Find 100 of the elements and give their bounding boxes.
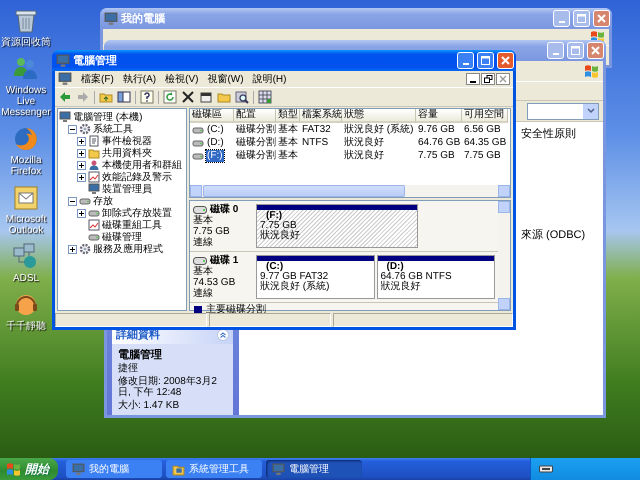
table-cell-text: 磁碟分割	[235, 136, 276, 149]
table-cell-text: 64.76 GB	[417, 136, 462, 149]
taskbar-button[interactable]: 系統管理工具	[166, 460, 262, 478]
tree-item[interactable]: 存放	[93, 194, 113, 208]
table-cell-text: 狀況良好 (系統)	[343, 123, 414, 136]
export-icon[interactable]	[258, 90, 272, 104]
minimize-icon	[552, 53, 558, 55]
menu-item[interactable]: 執行(A)	[122, 72, 156, 86]
table-cell-text: 狀況良好	[343, 136, 385, 149]
window-title: 電腦管理	[73, 54, 117, 68]
chart-icon	[88, 219, 100, 231]
computer-icon	[56, 54, 70, 68]
start-button[interactable]: 開始	[0, 458, 58, 480]
address-field[interactable]	[527, 102, 599, 120]
expand-icon[interactable]	[68, 244, 77, 254]
tree-item[interactable]: 效能記錄及警示	[102, 170, 172, 184]
column-header[interactable]: 配置	[234, 109, 276, 123]
vertical-scrollbar[interactable]	[498, 201, 510, 310]
file-size: 大小: 1.47 KB	[117, 400, 180, 411]
search-icon[interactable]	[235, 90, 249, 104]
delete-icon[interactable]	[181, 90, 195, 104]
table-cell-text: FAT32	[301, 123, 332, 136]
restore-button[interactable]	[481, 73, 495, 85]
caret-icon	[586, 108, 594, 114]
minimize-icon	[558, 21, 564, 23]
expand-icon[interactable]	[77, 172, 86, 182]
list-item[interactable]: 來源 (ODBC)	[521, 227, 603, 242]
column-header[interactable]: 狀態	[342, 109, 416, 123]
tree-item[interactable]: 事件檢視器	[102, 134, 152, 148]
chart-icon	[88, 171, 100, 183]
table-cell-text: 磁碟分割	[235, 123, 276, 136]
partition-size: 9.77 GB FAT32	[260, 272, 328, 282]
tree-item[interactable]: 服務及應用程式	[93, 242, 163, 256]
desktop-item[interactable]: 資源回收筒	[0, 6, 52, 48]
tree-item[interactable]: 系統工具	[93, 122, 133, 136]
modified-date: 修改日期: 2008年3月2日, 下午 12:48	[117, 376, 218, 398]
column-header[interactable]: 磁碟區	[190, 109, 234, 123]
expand-icon[interactable]	[77, 208, 86, 218]
expand-icon[interactable]	[77, 160, 86, 170]
table-cell-text: 基本	[277, 123, 299, 136]
disk-size: 74.53 GB	[193, 277, 236, 288]
tree-item[interactable]: 磁碟管理	[102, 230, 142, 244]
table-cell-text: 基本	[277, 149, 299, 162]
restore-icon	[484, 75, 492, 83]
user-icon	[88, 159, 100, 171]
item-type: 捷徑	[117, 363, 139, 374]
device-icon[interactable]	[539, 464, 553, 474]
gear-icon	[79, 123, 91, 135]
table-cell[interactable]: (D:)	[206, 136, 225, 148]
computer-icon	[72, 462, 85, 476]
computer-icon	[59, 111, 71, 123]
computer-icon	[58, 72, 72, 86]
folder-icon	[172, 462, 185, 476]
disk-type: 基本	[193, 266, 214, 277]
minimize-button[interactable]	[466, 73, 480, 85]
list-item[interactable]: 安全性原則	[521, 126, 603, 141]
partition-block[interactable]: (C:) 9.77 GB FAT32 狀況良好 (系統)	[256, 255, 374, 299]
horizontal-scrollbar[interactable]	[190, 185, 510, 197]
folder-icon	[88, 147, 100, 159]
table-cell[interactable]: (C:)	[206, 124, 225, 136]
maximize-icon	[569, 44, 582, 57]
tree-item[interactable]: 共用資料夾	[102, 146, 152, 160]
tree-item[interactable]: 本機使用者和群組	[102, 158, 182, 172]
table-cell[interactable]: (F:)	[206, 150, 224, 162]
expand-icon[interactable]	[77, 136, 86, 146]
partition-size: 7.75 GB	[260, 221, 297, 231]
properties-icon[interactable]	[199, 90, 213, 104]
collapse-icon[interactable]	[68, 124, 77, 134]
help-icon[interactable]	[140, 90, 154, 104]
table-cell-text: 狀況良好	[343, 149, 385, 162]
panel-icon[interactable]	[117, 90, 131, 104]
refresh-icon[interactable]	[163, 90, 177, 104]
partition-block[interactable]: (D:) 64.76 GB NTFS 狀況良好	[376, 255, 495, 299]
back-arrow-icon[interactable]	[58, 90, 72, 104]
partition-block[interactable]: (F:) 7.75 GB 狀況良好	[256, 204, 418, 248]
partition-status: 狀況良好	[260, 231, 301, 241]
partition-status: 狀況良好 (系統)	[260, 282, 330, 292]
maximize-button[interactable]	[477, 52, 494, 69]
partition-status: 狀況良好	[380, 282, 422, 292]
disk-name: 磁碟 1	[210, 255, 238, 266]
expand-icon[interactable]	[77, 148, 86, 158]
computer-icon	[272, 462, 285, 476]
collapse-icon[interactable]	[217, 328, 229, 340]
tree-item[interactable]: 卸除式存放裝置	[102, 206, 172, 220]
column-header[interactable]: 類型	[276, 109, 300, 123]
tree-item[interactable]: 裝置管理員	[102, 182, 152, 196]
taskbar-button[interactable]: 電腦管理	[266, 460, 362, 478]
tree-item[interactable]: 電腦管理 (本機)	[73, 110, 142, 124]
disk-status: 連線	[193, 237, 214, 248]
disk-status: 連線	[193, 288, 214, 299]
desktop-item[interactable]: Windows Live Messenger	[0, 54, 52, 118]
collapse-icon[interactable]	[68, 196, 77, 206]
menu-item[interactable]: 檢視(V)	[165, 72, 198, 86]
taskbar-button[interactable]: 我的電腦	[66, 460, 162, 478]
menu-item[interactable]: 檔案(F)	[81, 72, 114, 86]
menu-item[interactable]: 說明(H)	[252, 72, 286, 86]
close-icon	[595, 12, 608, 25]
tree-item[interactable]: 磁碟重組工具	[102, 218, 162, 232]
menu-item[interactable]: 視窗(W)	[207, 72, 244, 86]
computer-icon	[104, 12, 118, 26]
